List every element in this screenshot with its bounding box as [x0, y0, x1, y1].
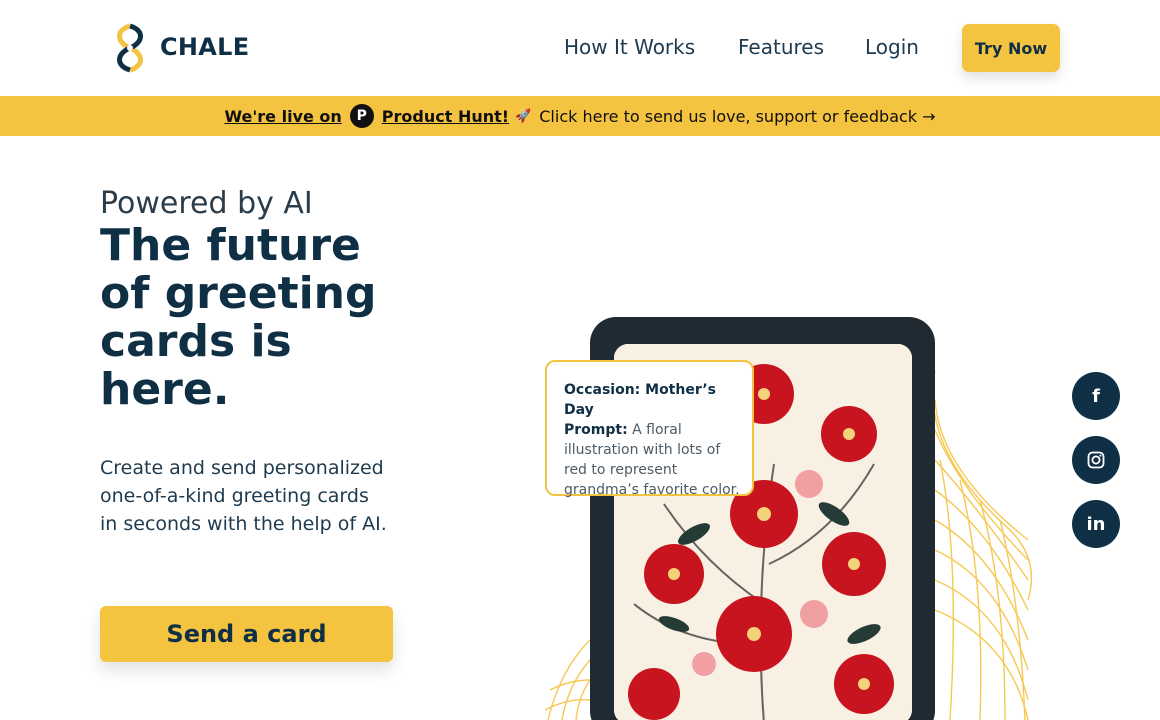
- try-now-button[interactable]: Try Now: [962, 24, 1060, 72]
- occasion-label: Occasion: Mother’s Day: [564, 382, 716, 418]
- hero-kicker: Powered by AI: [100, 186, 313, 221]
- product-hunt-icon: P: [349, 104, 374, 128]
- nav-how-it-works[interactable]: How It Works: [564, 35, 695, 59]
- instagram-icon[interactable]: [1072, 436, 1120, 484]
- prompt-label: Prompt:: [564, 422, 628, 438]
- nav-features[interactable]: Features: [738, 35, 824, 59]
- linkedin-glyph: in: [1086, 513, 1106, 535]
- nav-login[interactable]: Login: [865, 35, 919, 59]
- instagram-glyph-icon: [1087, 451, 1105, 469]
- hero-headline: The future of greeting cards is here.: [100, 220, 377, 415]
- rocket-icon: 🚀: [515, 108, 532, 124]
- hero-description: Create and send personalized one-of-a-ki…: [100, 457, 387, 535]
- send-card-button[interactable]: Send a card: [100, 606, 393, 662]
- banner-prefix[interactable]: We're live on: [224, 107, 341, 126]
- chale-logo-icon[interactable]: [110, 22, 150, 74]
- prompt-description: Prompt: A floral illustration with lots …: [564, 420, 740, 500]
- banner-product-hunt-link[interactable]: Product Hunt!: [382, 107, 509, 126]
- site-header: CHALE How It Works Features Login Try No…: [0, 0, 1160, 96]
- facebook-glyph: f: [1092, 385, 1100, 407]
- brand-name[interactable]: CHALE: [160, 33, 249, 61]
- facebook-icon[interactable]: f: [1072, 372, 1120, 420]
- product-hunt-banner[interactable]: We're live on P Product Hunt! 🚀 Click he…: [0, 96, 1160, 136]
- linkedin-icon[interactable]: in: [1072, 500, 1120, 548]
- prompt-callout: Occasion: Mother’s Day Prompt: A floral …: [545, 360, 754, 498]
- banner-message[interactable]: Click here to send us love, support or f…: [539, 107, 935, 126]
